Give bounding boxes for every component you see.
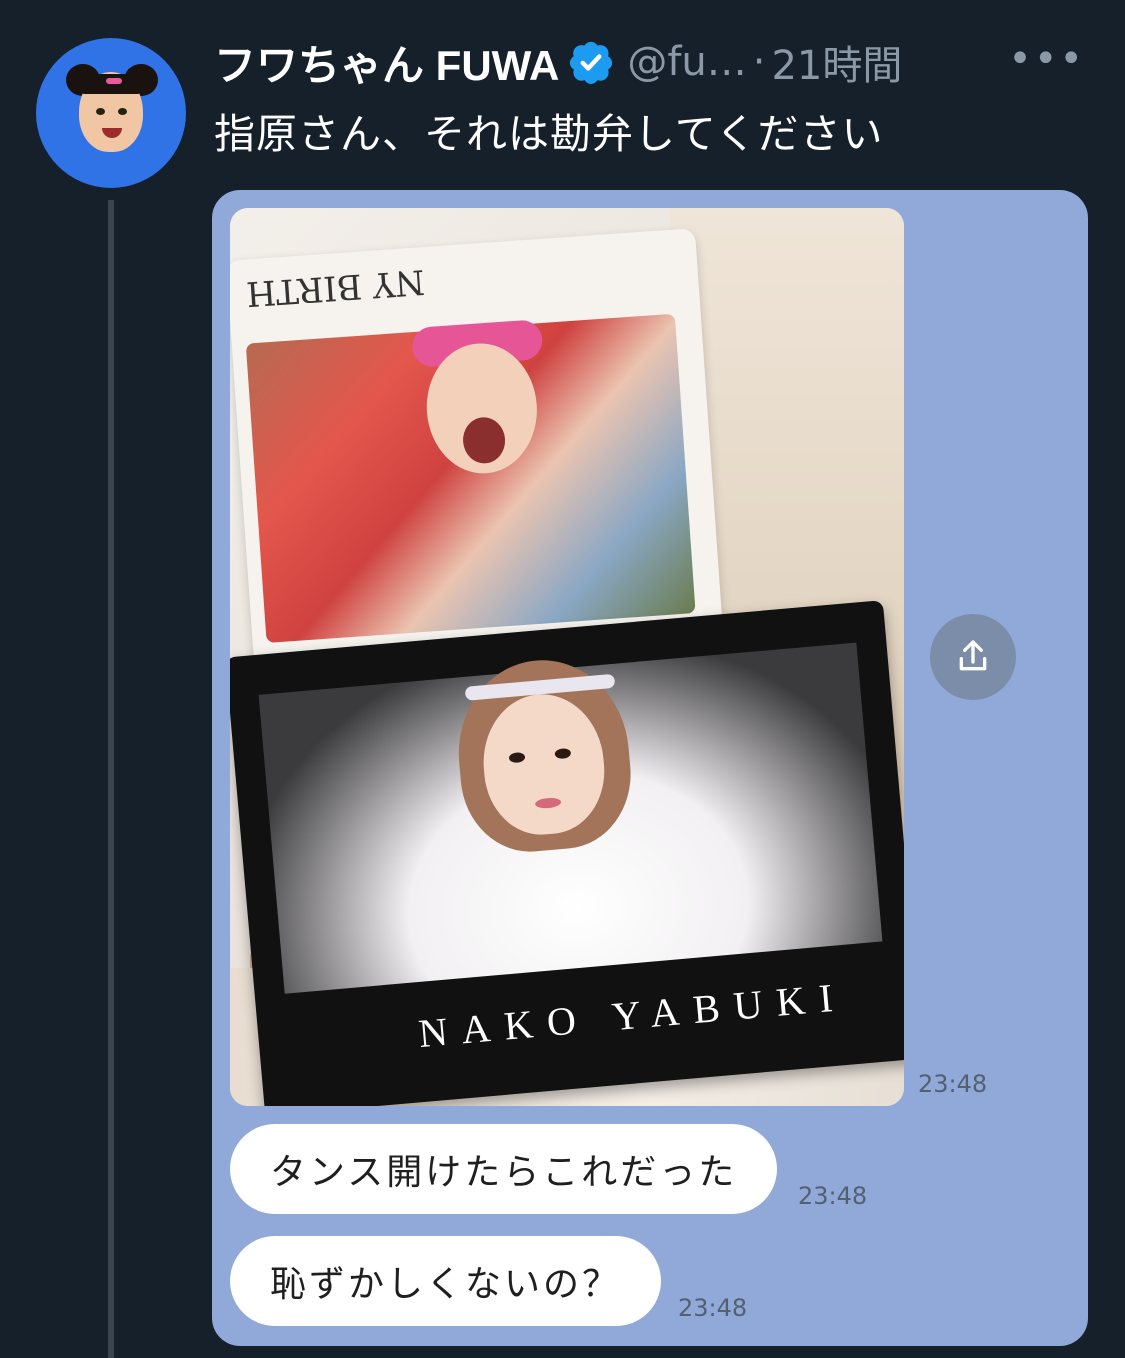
tweet-text: 指原さん、それは勘弁してください <box>214 110 884 158</box>
chat-timestamp: 23:48 <box>678 1294 748 1322</box>
shirt-print-text: NY BIRTH <box>244 261 426 314</box>
avatar-hairclip <box>106 78 122 84</box>
tweet-media-image[interactable]: NY BIRTH NAKO YABUKI 23:48 タンス開けたらこれだった … <box>212 190 1088 1346</box>
chat-timestamp: 23:48 <box>798 1182 868 1210</box>
thread-line <box>108 200 114 1358</box>
black-tshirt: NAKO YABUKI <box>230 600 904 1106</box>
chat-bubble: 恥ずかしくないの？ <box>230 1236 662 1326</box>
avatar-eye <box>96 108 105 115</box>
share-icon <box>959 640 987 671</box>
chat-bubble: タンス開けたらこれだった <box>230 1124 778 1214</box>
white-tshirt: NY BIRTH <box>230 228 725 680</box>
avatar[interactable] <box>36 38 186 188</box>
separator-dot: · <box>752 39 766 85</box>
photo-timestamp: 23:48 <box>918 1070 988 1098</box>
more-icon[interactable]: ••• <box>1008 39 1085 79</box>
avatar-eye <box>118 108 127 115</box>
user-handle[interactable]: @fu… <box>627 39 746 85</box>
print-mouth <box>461 415 507 465</box>
avatar-fringe <box>81 74 141 94</box>
shirt-brand-text: NAKO YABUKI <box>416 973 849 1057</box>
display-name[interactable]: フワちゃん FUWA <box>214 32 559 93</box>
chat-photo[interactable]: NY BIRTH NAKO YABUKI <box>230 208 904 1106</box>
tweet-time[interactable]: 21時間 <box>771 33 902 91</box>
tweet-header: フワちゃん FUWA @fu… · 21時間 <box>214 34 902 90</box>
verified-badge-icon <box>570 41 613 84</box>
share-button[interactable] <box>930 614 1016 700</box>
